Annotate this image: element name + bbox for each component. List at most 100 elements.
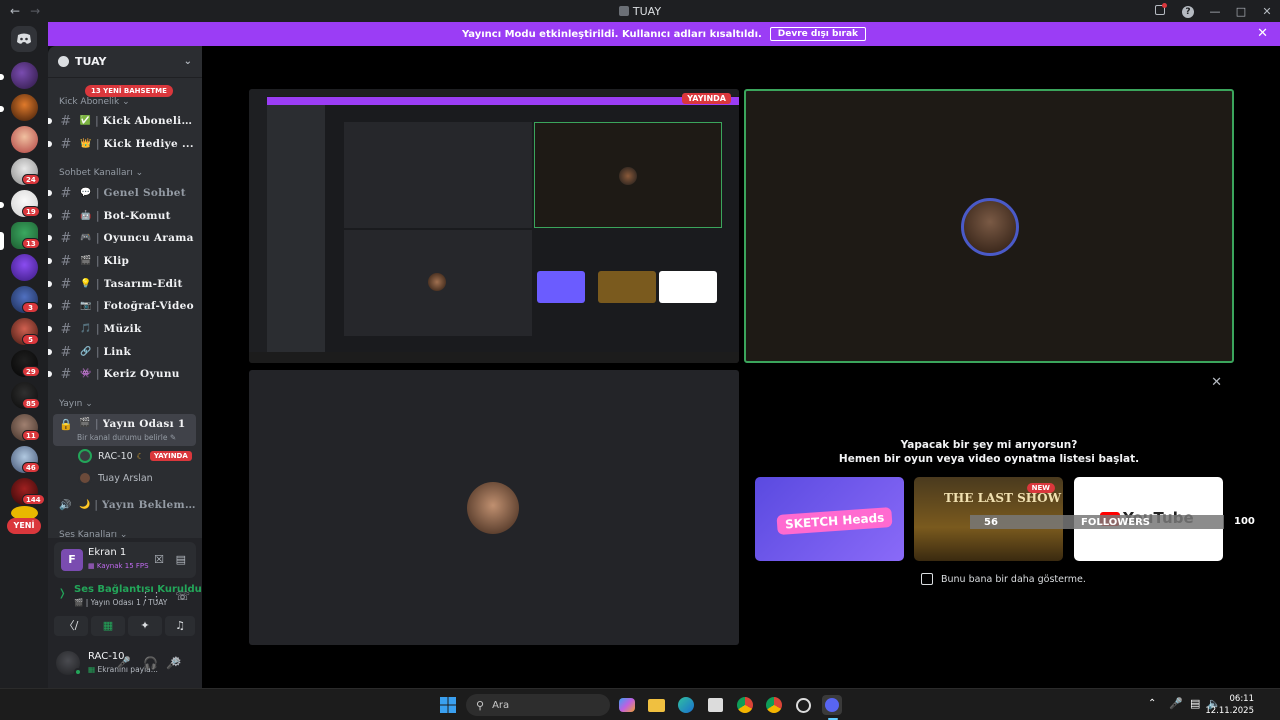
clock-time: 06:11: [1229, 694, 1255, 704]
server-icon[interactable]: [11, 62, 38, 89]
disconnect-icon[interactable]: ☏: [175, 589, 190, 603]
close-icon[interactable]: ✕: [1257, 26, 1268, 41]
server-rail: 24 19 13 3 5 29 85 11 46 144 YENİ: [0, 22, 48, 688]
headphones-button[interactable]: 🎧: [143, 656, 158, 670]
unread-indicator: [0, 106, 4, 112]
disable-streamer-mode-button[interactable]: Devre dışı bırak: [769, 27, 867, 41]
chevron-down-icon: ⌄: [135, 168, 144, 178]
unread-dot: [48, 349, 52, 355]
noise-suppression-icon[interactable]: ⋮⋮: [140, 590, 162, 603]
voice-user-tuay[interactable]: Tuay Arslan: [78, 471, 153, 485]
chevron-up-icon[interactable]: ⌃: [1148, 698, 1156, 709]
speaking-user-tile[interactable]: [744, 89, 1234, 363]
help-icon[interactable]: ?: [1174, 4, 1202, 18]
pencil-icon: ✎: [169, 433, 177, 442]
camera-user-tile[interactable]: [249, 370, 739, 645]
stream-settings-icon[interactable]: ▤: [176, 553, 186, 566]
back-arrow-icon[interactable]: ←: [10, 4, 20, 18]
nested-banner: [267, 97, 739, 105]
chrome-icon[interactable]: [735, 695, 755, 715]
channel-fotograf-video[interactable]: # 📷 | Fotoğraf-Video: [48, 296, 198, 316]
microphone-button[interactable]: 🎤: [117, 656, 131, 669]
chrome-profile-icon[interactable]: [764, 695, 784, 715]
settings-gear-icon[interactable]: ⚙: [170, 655, 182, 670]
channel-keriz-oyunu[interactable]: # 👾 | Keriz Oyunu: [48, 364, 198, 384]
network-icon[interactable]: ▤: [1190, 697, 1200, 710]
category-chat[interactable]: Sohbet Kanalları ⌄: [59, 168, 143, 178]
stop-stream-icon[interactable]: ☒: [154, 553, 164, 566]
mention-badge: 29: [22, 366, 40, 377]
new-mentions-badge[interactable]: 13 YENİ BAHSETME: [85, 85, 173, 97]
mention-badge: 24: [22, 174, 40, 185]
followers-overlay: 56 FOLLOWERS: [970, 515, 1224, 529]
screen-share-tile[interactable]: YAYINDA: [249, 89, 739, 363]
chevron-down-icon: ⌄: [122, 97, 130, 107]
speech-bubble-icon: 💬: [80, 188, 92, 198]
dont-show-again-row[interactable]: Bunu bana bir daha gösterme.: [921, 573, 1086, 585]
channel-link[interactable]: # 🔗 | Link: [48, 342, 198, 362]
maximize-icon[interactable]: □: [1228, 5, 1254, 18]
screen-share-button[interactable]: ▦: [91, 616, 125, 636]
start-button[interactable]: [438, 695, 458, 715]
category-stream[interactable]: Yayın ⌄: [59, 399, 93, 409]
channel-tasarim-edit[interactable]: # 💡 | Tasarım-Edit: [48, 274, 198, 294]
server-icon[interactable]: [11, 254, 38, 281]
channel-bot-komut[interactable]: # 🤖 | Bot-Komut: [48, 206, 198, 226]
minimize-icon[interactable]: —: [1202, 5, 1228, 18]
close-icon[interactable]: ✕: [1211, 375, 1222, 390]
taskbar: ⚲ Ara ⌃ 🎤 ▤ 🔈 06:11 12.11.2025: [0, 688, 1280, 720]
taskbar-clock[interactable]: 06:11 12.11.2025: [1205, 693, 1254, 717]
screen-share-icon: ▦: [88, 562, 95, 570]
file-explorer-icon[interactable]: [646, 695, 666, 715]
server-icon[interactable]: [11, 126, 38, 153]
activity-card-sketch-heads[interactable]: SKETCH Heads: [755, 477, 904, 561]
music-note-icon: 🎵: [80, 324, 92, 334]
server-icon[interactable]: [11, 94, 38, 121]
channel-muzik[interactable]: # 🎵 | Müzik: [48, 319, 198, 339]
category-kick[interactable]: Kick Abonelik ⌄: [59, 97, 130, 107]
channel-klip[interactable]: # 🎬 | Klip: [48, 251, 198, 271]
hash-icon: #: [60, 253, 72, 269]
nested-card: [537, 271, 585, 303]
nested-card: [598, 271, 656, 303]
edge-icon[interactable]: [676, 695, 696, 715]
taskbar-search[interactable]: ⚲ Ara: [466, 694, 610, 716]
screen-title: Ekran 1: [88, 547, 127, 558]
voice-user-rac10[interactable]: RAC-10 ☾ YAYINDA: [78, 449, 192, 463]
screen-share-card: F Ekran 1 ▦ Kaynak 15 FPS ☒ ▤: [54, 542, 196, 578]
inbox-icon[interactable]: [1146, 2, 1174, 18]
copilot-icon[interactable]: [617, 695, 637, 715]
discord-taskbar-icon[interactable]: [822, 695, 842, 715]
hash-icon: #: [60, 344, 72, 360]
clapper-icon: 🎬: [74, 598, 84, 607]
selected-indicator: [0, 232, 4, 250]
obs-icon[interactable]: [793, 695, 813, 715]
channel-oyuncu-arama[interactable]: # 🎮 | Oyuncu Arama: [48, 228, 198, 248]
store-icon[interactable]: [705, 695, 725, 715]
channel-kick-hediye[interactable]: # 👑 | Kick Hediye ...: [48, 134, 198, 154]
channel-genel-sohbet[interactable]: # 💬 | Genel Sohbet: [48, 183, 198, 203]
discord-home-button[interactable]: [11, 26, 37, 52]
server-badge-icon: [58, 56, 69, 67]
microphone-tray-icon[interactable]: 🎤: [1169, 697, 1183, 710]
hash-icon: #: [60, 298, 72, 314]
voice-channel-yayin-bekleme[interactable]: 🔊 🌙 | Yayın Bekleme...: [48, 495, 198, 515]
channel-status[interactable]: Bir kanal durumu belirle ✎: [77, 433, 176, 442]
camera-off-icon: 〈∕: [63, 619, 79, 632]
new-servers-pill[interactable]: YENİ: [7, 518, 41, 534]
stream-stage: YAYINDA ✕ Yapacak bir şey mi arıyorsun? …: [202, 46, 1280, 688]
camera-off-button[interactable]: 〈∕: [54, 616, 88, 636]
signal-icon: ❭: [58, 588, 67, 599]
dont-show-again-checkbox[interactable]: [921, 573, 933, 585]
alien-icon: 👾: [80, 369, 92, 379]
soundboard-button[interactable]: ♫: [165, 616, 195, 636]
unread-dot: [48, 326, 52, 332]
server-header[interactable]: TUAY ⌄: [48, 46, 202, 78]
mention-badge: 19: [22, 206, 40, 217]
avatar: [78, 449, 92, 463]
close-window-icon[interactable]: ✕: [1254, 5, 1280, 18]
activities-button[interactable]: ✦: [128, 616, 162, 636]
mention-badge: 11: [22, 430, 40, 441]
channel-kick-abonelik[interactable]: # ✅ | Kick Abonelik...: [48, 111, 198, 131]
forward-arrow-icon[interactable]: →: [30, 4, 40, 18]
